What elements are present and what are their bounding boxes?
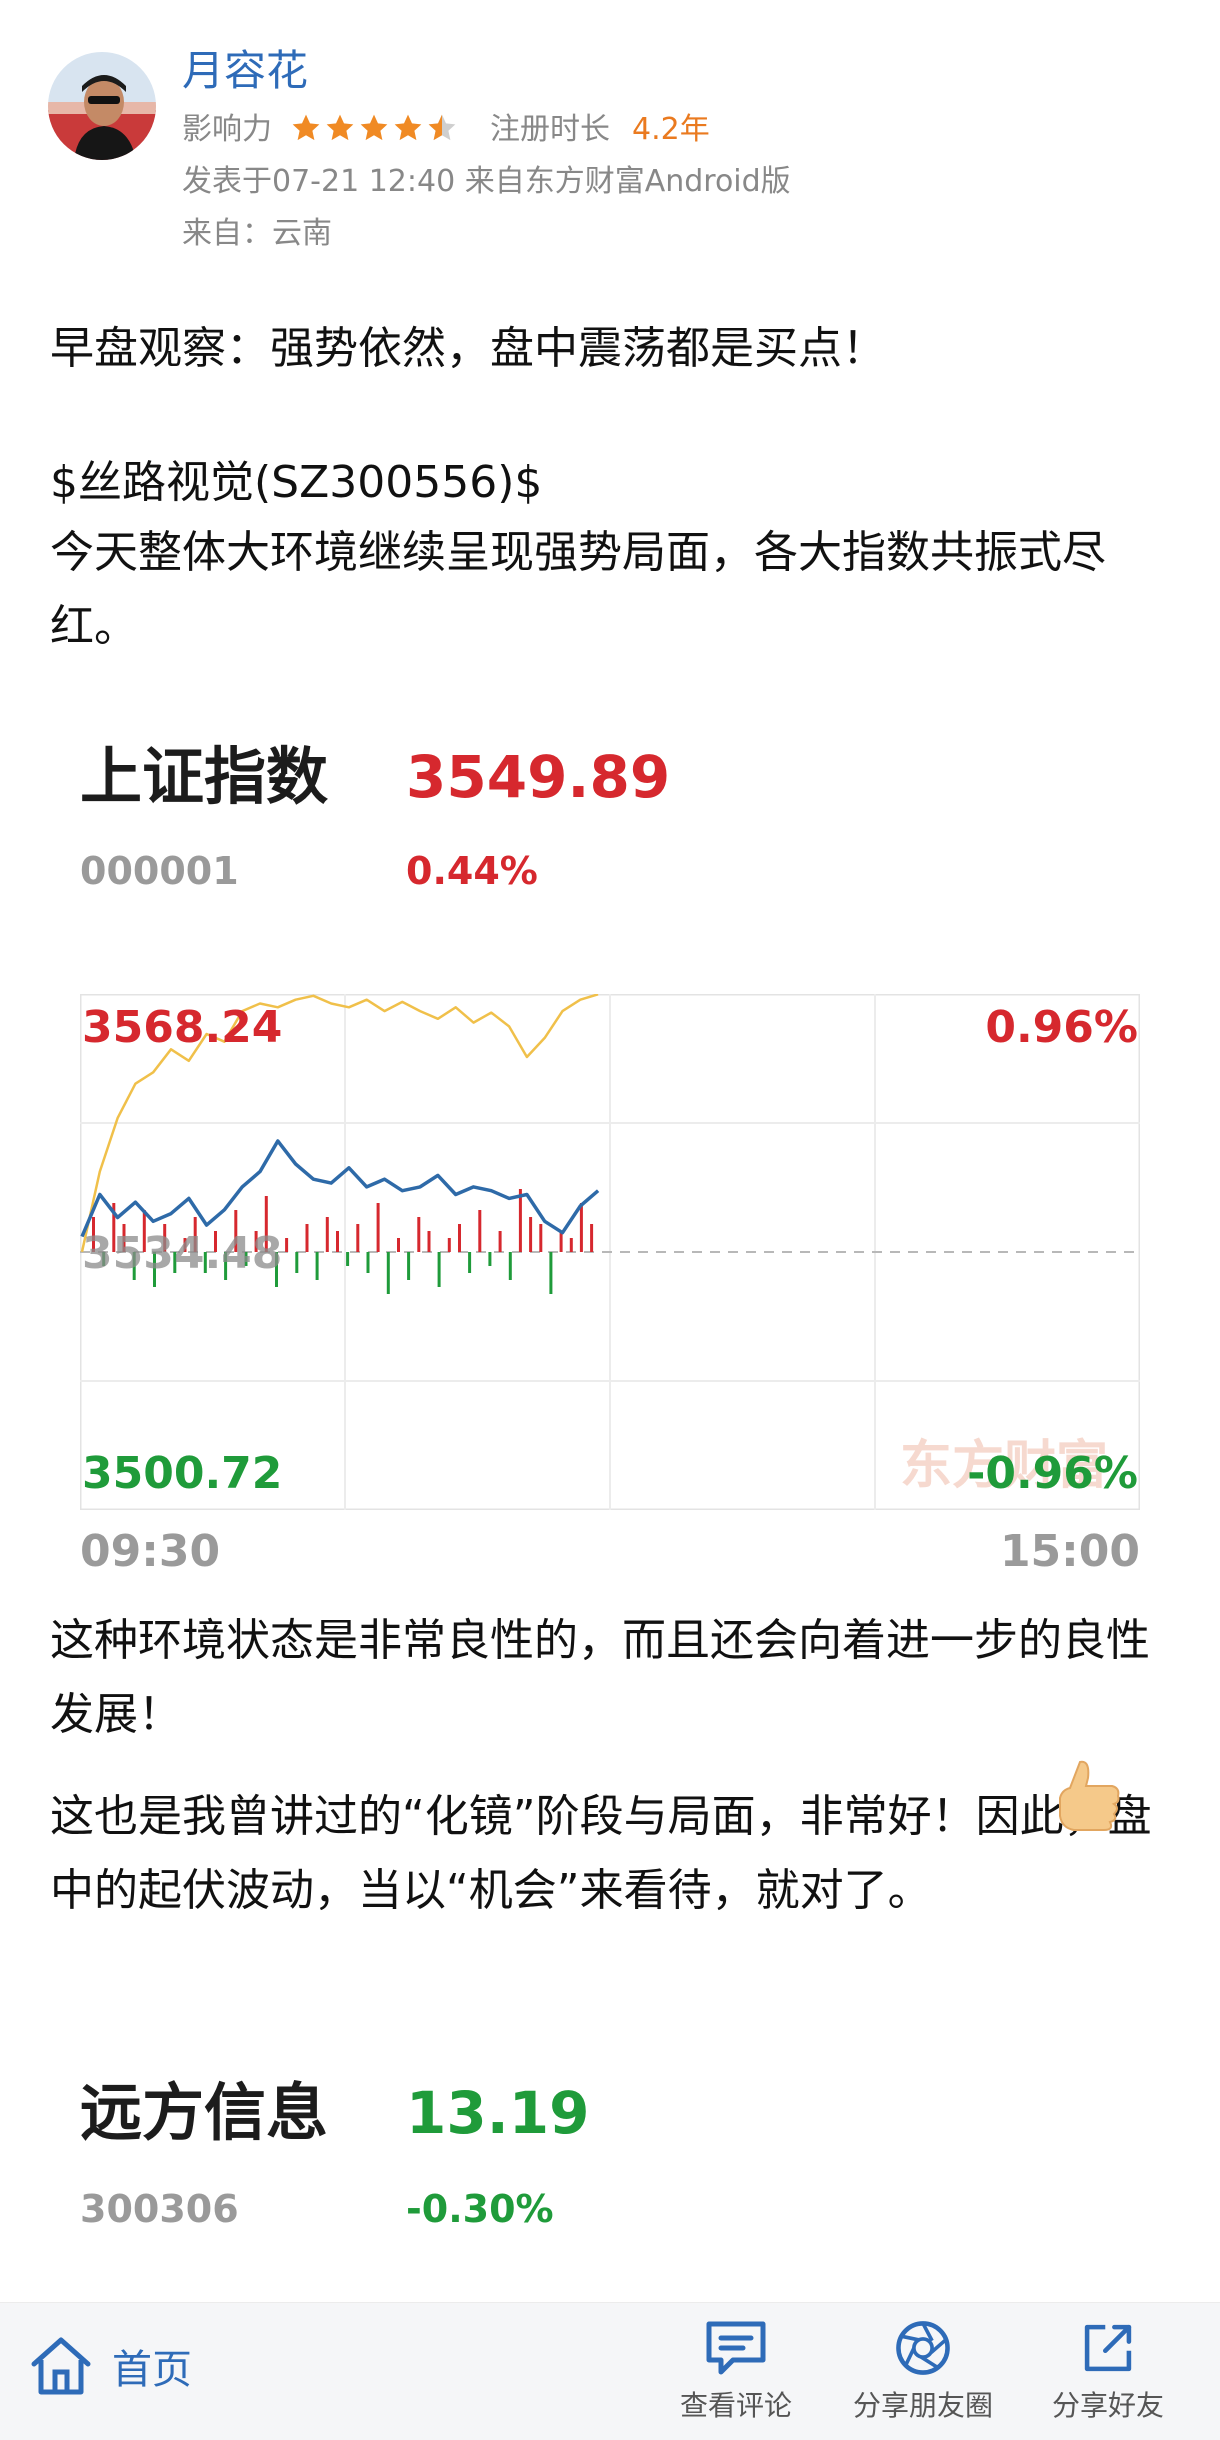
stock-price: 13.19 [406,2079,590,2147]
volume-bar [295,1252,299,1273]
volume-bar [427,1231,431,1252]
volume-bar [529,1217,533,1252]
volume-bar [315,1252,319,1280]
post-paragraph: 这也是我曾讲过的“化镜”阶段与局面，非常好！因此，盘中的起伏波动，当以“机会”来… [50,1791,1152,1916]
volume-bar [539,1224,543,1252]
stock-change-pct: -0.30% [406,2187,554,2231]
volume-bar [386,1252,390,1294]
camera-aperture-icon [896,2321,950,2375]
volume-bar [285,1238,289,1252]
volume-bar [437,1252,441,1287]
volume-bar [590,1224,594,1252]
volume-bar [366,1252,370,1273]
home-button[interactable]: 首页 [28,2334,192,2398]
author-avatar[interactable] [48,52,156,160]
volume-bar [376,1203,380,1252]
star-icon [360,114,388,141]
volume-bar [336,1231,339,1252]
star-icon [394,114,422,141]
volume-bar [407,1252,411,1280]
chart-mid-label: 3534.48 [82,1228,283,1279]
volume-bar [468,1252,472,1273]
volume-bar [397,1238,400,1252]
comment-icon [706,2321,766,2375]
chart-low-label: 3500.72 [82,1448,283,1499]
chart-high-pct-label: 0.96% [985,1002,1138,1053]
volume-bar [518,1189,522,1252]
volume-bar [579,1203,583,1252]
volume-bar [498,1231,502,1252]
thumbs-up-icon [1059,1760,1120,1831]
volume-bar [417,1217,421,1252]
volume-bar [305,1224,309,1252]
index-name[interactable]: 上证指数 [80,746,328,808]
volume-bar [346,1252,350,1266]
post-headline: 早盘观察：强势依然，盘中震荡都是买点！ [50,323,886,374]
chart-time-end: 15:00 [999,1526,1140,1577]
star-icon [326,114,354,141]
view-comments-label: 查看评论 [679,2389,792,2422]
volume-bar [488,1252,492,1266]
post-meta: 发表于07-21 12:40 来自东方财富Android版 [182,164,791,199]
volume-bar [478,1210,482,1252]
post-paragraph: 今天整体大环境继续呈现强势局面，各大指数共振式尽红。 [50,527,1106,652]
view-comments-button[interactable]: 查看评论 [641,2318,831,2424]
index-price: 3549.89 [406,743,671,811]
influence-rating [290,112,458,144]
share-external-icon [1084,2324,1132,2372]
post-paragraph: 这种环境状态是非常良性的，而且还会向着进一步的良性发展！ [50,1615,1150,1740]
volume-bar [458,1224,461,1252]
chart-high-label: 3568.24 [82,1002,283,1053]
share-friends-label: 分享好友 [1051,2389,1164,2422]
stock-code: 300306 [80,2187,239,2231]
post-location: 来自：云南 [182,216,332,251]
share-friends-button[interactable]: 分享好友 [1013,2318,1203,2424]
share-moments-button[interactable]: 分享朋友圈 [828,2318,1018,2424]
volume-bar [508,1252,512,1280]
chart-low-pct-label: -0.96% [967,1448,1138,1499]
index-change-pct: 0.44% [406,849,538,893]
volume-bar [447,1238,451,1252]
volume-bar [325,1217,329,1252]
half-star-icon [428,114,456,141]
volume-bar [356,1224,360,1252]
influence-label: 影响力 [182,112,272,147]
registration-value: 4.2年 [632,112,710,147]
stock-name[interactable]: 远方信息 [80,2082,328,2144]
author-name[interactable]: 月容花 [182,46,308,96]
home-icon [31,2337,91,2395]
share-moments-label: 分享朋友圈 [852,2389,993,2422]
star-icon [292,114,320,141]
volume-bar [549,1252,553,1294]
registration-label: 注册时长 [490,112,610,147]
home-label: 首页 [112,2347,192,2393]
index-code: 000001 [80,849,239,893]
chart-time-start: 09:30 [80,1526,221,1577]
stock-tag-link[interactable]: $丝路视觉(SZ300556)$ [50,446,1180,520]
volume-bar [569,1238,573,1252]
